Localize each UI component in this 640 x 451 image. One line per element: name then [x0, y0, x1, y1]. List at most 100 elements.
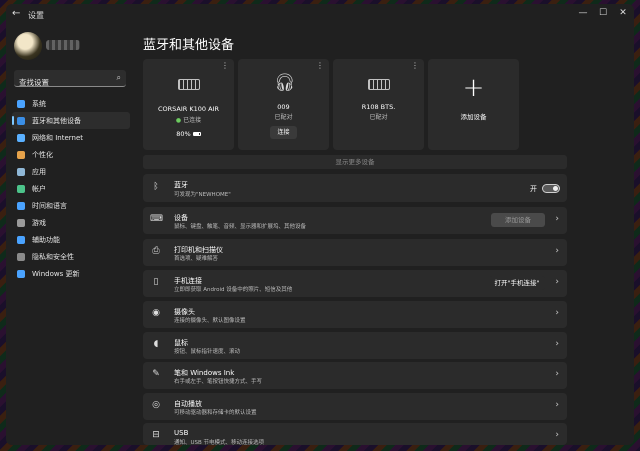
sidebar-item[interactable]: 蓝牙和其他设备: [12, 112, 130, 129]
chevron-right-icon[interactable]: ›: [555, 339, 559, 349]
device-cards: ⋮ CORSAIR K100 AIR ● 已连接 80% ⋮ 🎧︎ 009 已配对…: [143, 59, 567, 150]
add-device-card[interactable]: + 添加设备: [428, 59, 519, 150]
back-arrow-icon[interactable]: ←: [12, 8, 20, 19]
settings-row[interactable]: ⊟ USB 通知、USB 节电模式、移动连接选项 ›: [143, 423, 567, 445]
sidebar-item[interactable]: 游戏: [12, 214, 130, 231]
settings-row[interactable]: ◎ 自动播放 可移动驱动器和存储卡的默认设置 ›: [143, 393, 567, 420]
add-device-button[interactable]: 添加设备: [491, 213, 545, 227]
phone-icon: ▯: [153, 277, 159, 287]
device-status: ● 已连接: [143, 115, 234, 124]
row-subtitle: 连接的摄像头、默认图像设置: [174, 318, 246, 324]
row-subtitle: 立即即获取 Android 设备中的照片、短信及其他: [174, 287, 293, 293]
battery-level: 80%: [143, 130, 234, 138]
bluetooth-toggle[interactable]: [542, 184, 560, 193]
row-subtitle: 右手或左手、笔按钮快捷方式、手写: [174, 379, 263, 385]
row-subtitle: 首选项、疑难解答: [174, 256, 219, 262]
pen-icon: ✎: [152, 369, 160, 379]
username-blurred: [46, 40, 80, 50]
row-subtitle: 鼠标、键盘、触笔、音频、显示器和扩展坞、其他设备: [174, 224, 307, 230]
sidebar-item-label: 网络和 Internet: [32, 133, 84, 142]
search-input[interactable]: [14, 75, 104, 90]
chevron-right-icon[interactable]: ›: [555, 246, 559, 256]
more-options-icon[interactable]: ⋮: [221, 61, 229, 70]
sidebar-item[interactable]: 个性化: [12, 146, 130, 163]
sidebar-item[interactable]: 隐私和安全性: [12, 248, 130, 265]
settings-row[interactable]: ▯ 手机连接 立即即获取 Android 设备中的照片、短信及其他 › 打开"手机连接": [143, 270, 567, 297]
sidebar-item-label: 蓝牙和其他设备: [32, 116, 81, 125]
row-title: USB: [174, 429, 189, 437]
more-options-icon[interactable]: ⋮: [411, 61, 419, 70]
sidebar-item-label: 隐私和安全性: [32, 252, 74, 261]
row-subtitle: 可发现为"NEWHOME": [174, 192, 231, 198]
connected-dot-icon: ●: [175, 117, 182, 124]
sidebar-item[interactable]: 时间和语言: [12, 197, 130, 214]
nav-item-icon: [17, 133, 25, 142]
nav-item-icon: [17, 252, 25, 261]
device-status: 已配对: [369, 114, 388, 121]
row-subtitle: 按钮、鼠标指针速度、滚动: [174, 349, 241, 355]
printer-icon: ⎙: [152, 246, 160, 256]
sidebar-item-label: 辅助功能: [32, 235, 60, 244]
app-title: 设置: [28, 11, 44, 20]
search-icon[interactable]: ⌕: [117, 73, 121, 83]
sidebar-item[interactable]: 系统: [12, 95, 130, 112]
mouse-icon: ◖: [153, 339, 159, 349]
devices-icon: ⌨: [150, 214, 163, 224]
settings-row[interactable]: ✎ 笔和 Windows Ink 右手或左手、笔按钮快捷方式、手写 ›: [143, 362, 567, 389]
settings-row[interactable]: ◉ 摄像头 连接的摄像头、默认图像设置 ›: [143, 301, 567, 328]
bluetooth-state-label: 开: [530, 185, 537, 193]
sidebar-item[interactable]: 辅助功能: [12, 231, 130, 248]
sidebar-item-label: 个性化: [32, 150, 53, 159]
row-subtitle: 可移动驱动器和存储卡的默认设置: [174, 410, 257, 416]
chevron-right-icon[interactable]: ›: [555, 214, 559, 224]
sidebar-nav: 系统蓝牙和其他设备 网络和 Internet 个性化应用帐户时间和语言游戏辅助功能隐…: [12, 95, 130, 282]
avatar[interactable]: [14, 32, 42, 60]
nav-item-icon: [17, 184, 25, 193]
plus-icon: +: [462, 73, 485, 103]
nav-item-icon: [17, 116, 25, 125]
sidebar-item-label: 应用: [32, 167, 46, 176]
bluetooth-row: ᛒ 蓝牙 可发现为"NEWHOME" 开: [143, 174, 567, 202]
device-card-r108[interactable]: ⋮ R108 BTS. 已配对: [333, 59, 424, 150]
settings-row[interactable]: ⎙ 打印机和扫描仪 首选项、疑难解答 ›: [143, 239, 567, 266]
open-phone-link-button[interactable]: 打开"手机连接": [489, 276, 545, 290]
settings-row[interactable]: ◖ 鼠标 按钮、鼠标指针速度、滚动 ›: [143, 332, 567, 359]
connect-button[interactable]: 连接: [270, 126, 297, 139]
nav-item-icon: [17, 201, 25, 210]
minimize-button[interactable]: —: [576, 8, 590, 18]
row-title: 蓝牙: [174, 181, 188, 189]
main-content: 蓝牙和其他设备 ⋮ CORSAIR K100 AIR ● 已连接 80% ⋮ 🎧︎…: [143, 26, 631, 445]
settings-window: ← 设置 — ☐ ✕ ⌕ 系统蓝牙和其他设备网络和 Internet 个性化应用帐…: [6, 4, 634, 445]
nav-item-icon: [17, 218, 25, 227]
sidebar-item[interactable]: 帐户: [12, 180, 130, 197]
show-more-devices-button[interactable]: 显示更多设备: [143, 155, 567, 169]
sidebar-item[interactable]: 应用: [12, 163, 130, 180]
chevron-right-icon[interactable]: ›: [555, 430, 559, 440]
nav-item-icon: [17, 99, 25, 108]
close-button[interactable]: ✕: [616, 8, 630, 18]
settings-row[interactable]: ⌨ 设备 鼠标、键盘、触笔、音频、显示器和扩展坞、其他设备 › 添加设备: [143, 207, 567, 234]
add-device-label: 添加设备: [460, 113, 487, 121]
search-box[interactable]: ⌕: [14, 70, 126, 90]
sidebar-item[interactable]: 网络和 Internet: [12, 129, 130, 146]
nav-item-icon: [17, 269, 25, 278]
device-name: R108 BTS.: [361, 103, 396, 111]
device-card-headphones[interactable]: ⋮ 🎧︎ 009 已配对 连接: [238, 59, 329, 150]
headphones-icon: 🎧︎: [274, 73, 296, 93]
device-card-keyboard[interactable]: ⋮ CORSAIR K100 AIR ● 已连接 80%: [143, 59, 234, 150]
chevron-right-icon[interactable]: ›: [555, 277, 559, 287]
battery-icon: [192, 132, 201, 136]
sidebar-item-label: 帐户: [32, 184, 46, 193]
sidebar-item-label: 时间和语言: [32, 201, 67, 210]
sidebar-item-label: 系统: [32, 99, 46, 108]
camera-icon: ◉: [152, 308, 160, 318]
sidebar-item[interactable]: Windows 更新: [12, 265, 130, 282]
nav-item-icon: [17, 235, 25, 244]
chevron-right-icon[interactable]: ›: [555, 369, 559, 379]
more-options-icon[interactable]: ⋮: [316, 61, 324, 70]
maximize-button[interactable]: ☐: [596, 8, 610, 18]
autoplay-icon: ◎: [152, 400, 160, 410]
usb-icon: ⊟: [152, 430, 160, 440]
chevron-right-icon[interactable]: ›: [555, 308, 559, 318]
chevron-right-icon[interactable]: ›: [555, 400, 559, 410]
